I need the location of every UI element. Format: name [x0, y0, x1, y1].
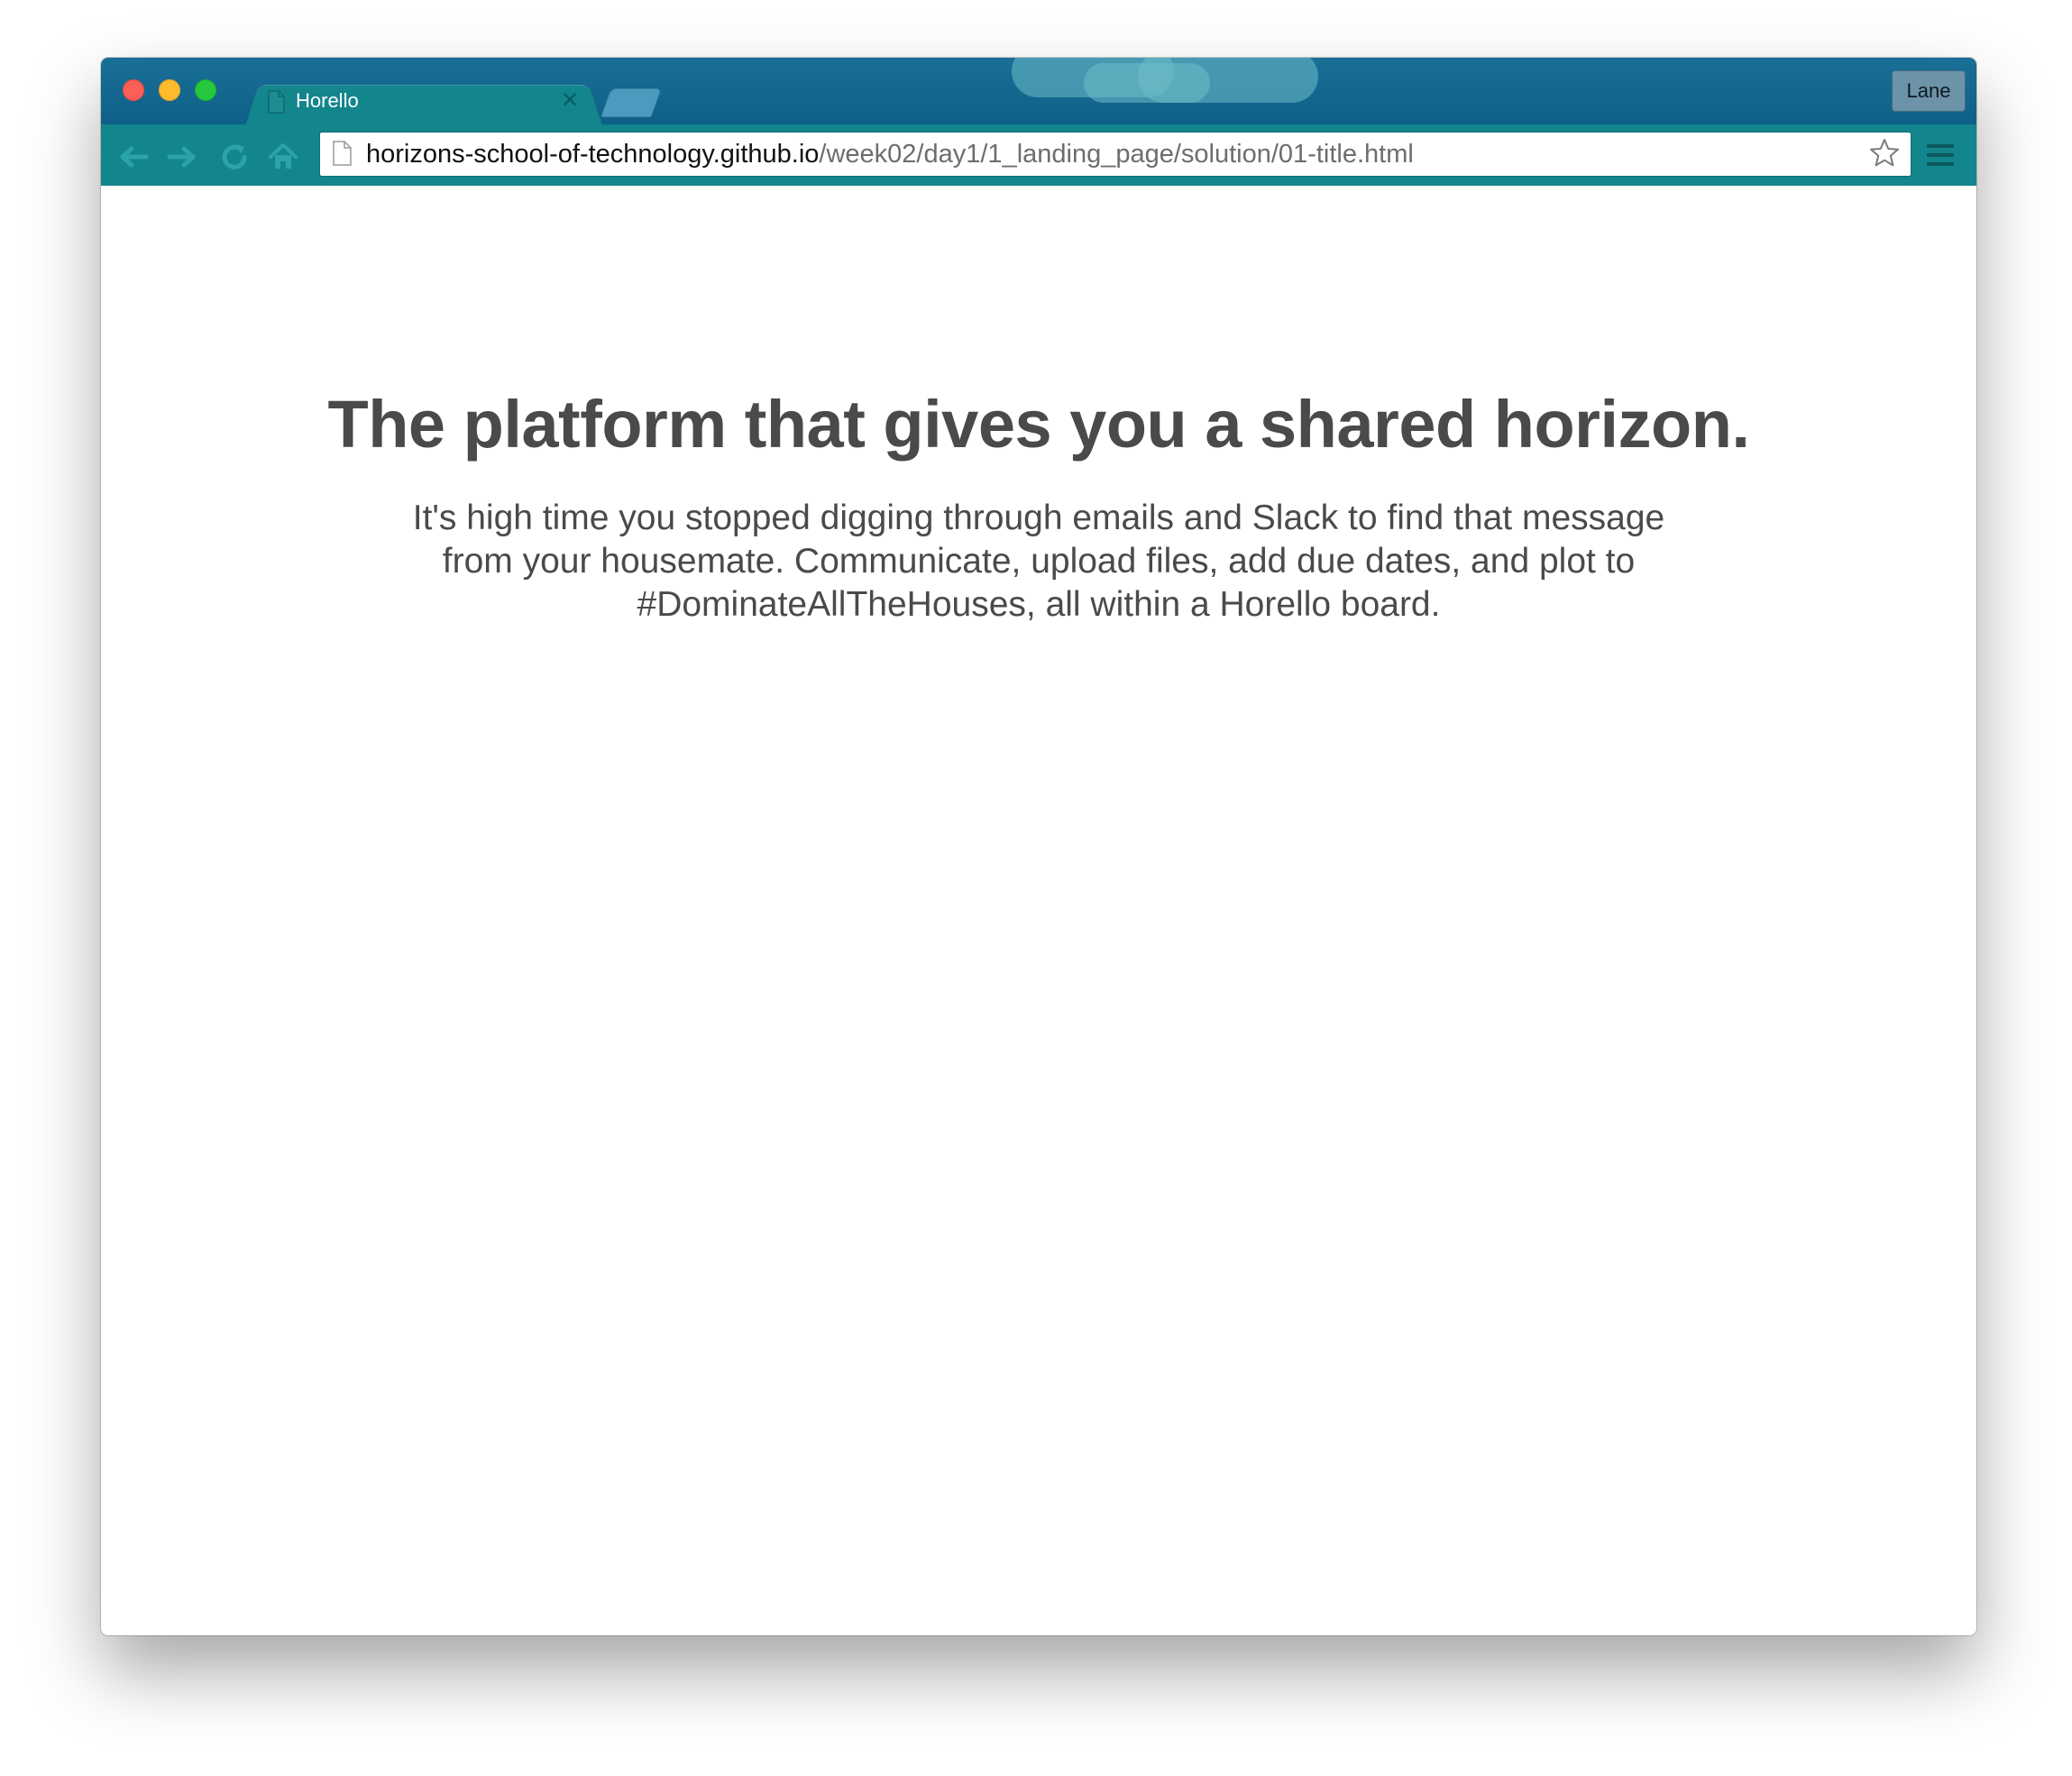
reload-icon[interactable] [216, 139, 252, 175]
document-icon [333, 141, 352, 166]
arrow-right-icon[interactable] [164, 139, 200, 175]
star-icon[interactable] [1868, 137, 1901, 169]
minimize-window-button[interactable] [159, 79, 180, 101]
title-bar: Horello ✕ Lane [101, 58, 1976, 126]
document-icon [268, 90, 285, 114]
page-subtext: It's high time you stopped digging throu… [412, 499, 1665, 624]
url-host: horizons-school-of-technology.github.io [366, 140, 820, 169]
hamburger-menu-icon[interactable] [1926, 142, 1955, 168]
close-window-button[interactable] [123, 79, 144, 101]
zoom-window-button[interactable] [195, 79, 216, 101]
page-headline: The platform that gives you a shared hor… [327, 387, 1750, 462]
close-icon[interactable]: ✕ [561, 87, 579, 115]
page-content: The platform that gives you a shared hor… [101, 186, 1976, 1635]
browser-window: Horello ✕ Lane horizons-school-of-techno… [101, 58, 1976, 1635]
tab-title: Horello [296, 89, 359, 112]
new-tab-button[interactable] [601, 88, 662, 117]
cloud-decoration [1084, 63, 1210, 103]
url-text[interactable]: horizons-school-of-technology.github.io/… [366, 137, 1414, 171]
url-path: /week02/day1/1_landing_page/solution/01-… [819, 140, 1414, 169]
arrow-left-icon[interactable] [115, 139, 151, 175]
home-icon[interactable] [265, 139, 301, 175]
profile-button[interactable]: Lane [1892, 70, 1966, 112]
